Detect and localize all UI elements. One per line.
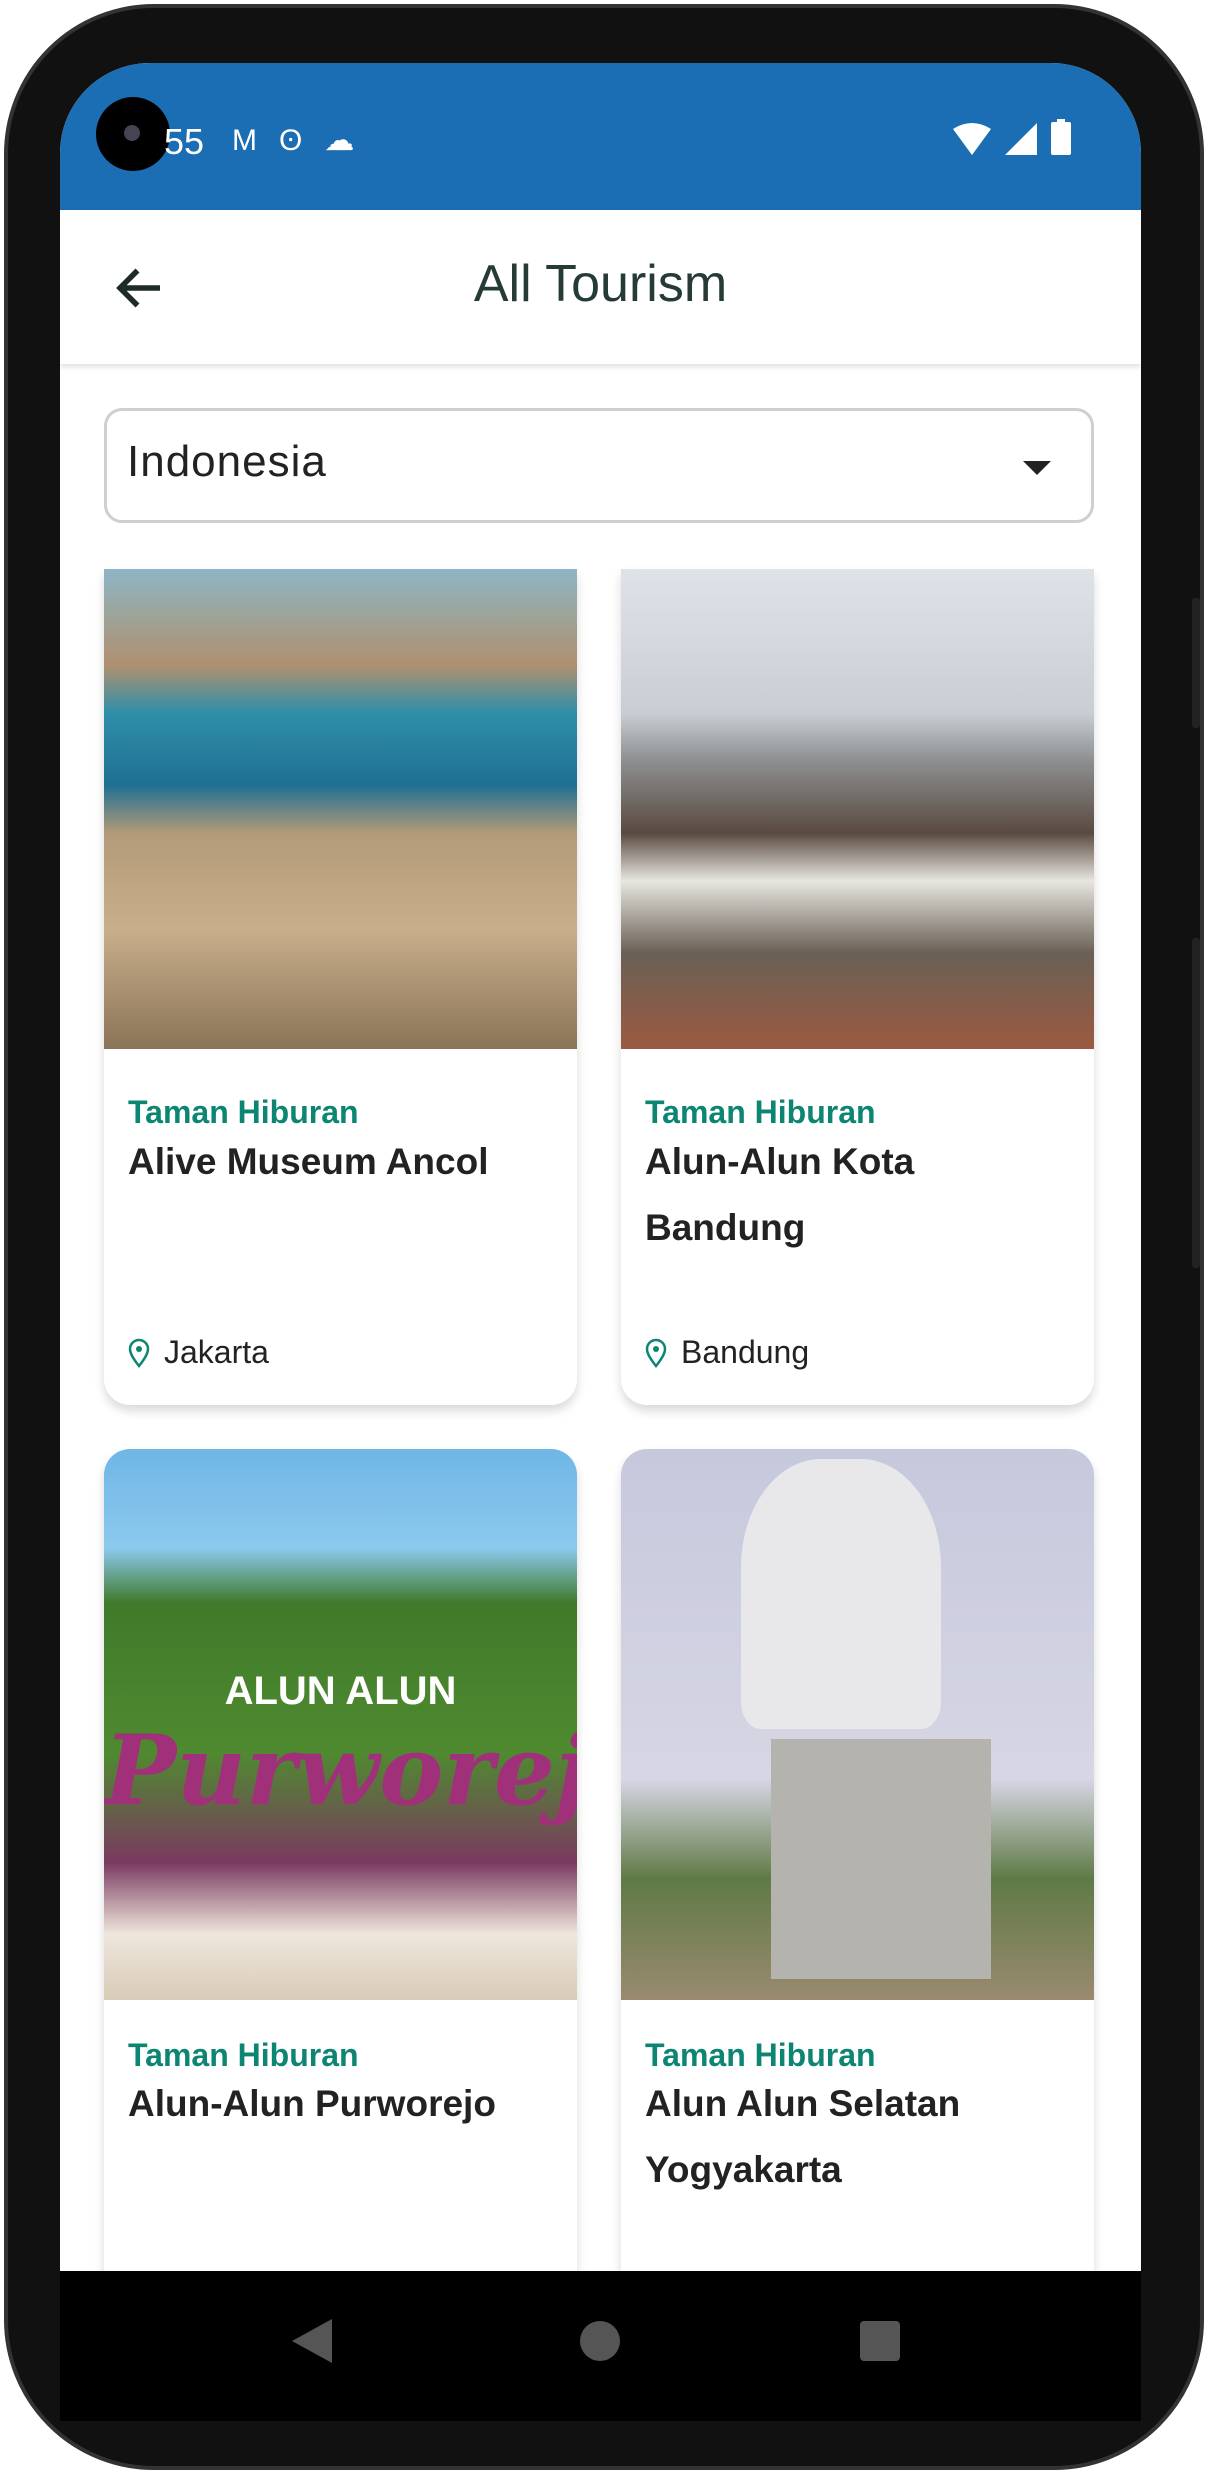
tourism-card[interactable]: ALUN ALUN Purworejo Taman Hiburan Alun-A… xyxy=(104,1449,577,2271)
location-label: Jakarta xyxy=(164,1334,269,1370)
signal-icon xyxy=(1005,123,1037,155)
card-title: Alun Alun Selatan Yogyakarta xyxy=(645,2083,961,2190)
card-image xyxy=(621,569,1094,1049)
card-category: Taman Hiburan xyxy=(128,1094,359,1130)
app-bar: All Tourism xyxy=(60,210,1141,364)
card-title: Alun-Alun Kota Bandung xyxy=(645,1141,915,1248)
notification-icons: Mʘ☁ xyxy=(232,123,376,158)
sign-script: Purworejo xyxy=(104,1714,577,1827)
camera-cutout xyxy=(96,97,170,171)
card-category: Taman Hiburan xyxy=(128,2037,359,2073)
monument-pedestal xyxy=(771,1739,991,1979)
location-label: Bandung xyxy=(681,1334,810,1370)
card-title: Alun-Alun Purworejo xyxy=(128,2083,496,2124)
dropdown-value: Indonesia xyxy=(127,437,327,486)
battery-icon xyxy=(1051,119,1071,155)
navigation-bar xyxy=(60,2271,1141,2421)
country-dropdown[interactable]: Indonesia xyxy=(104,408,1094,523)
card-image xyxy=(104,569,577,1049)
cloud-icon: ☁ xyxy=(324,124,377,157)
tourism-card[interactable]: Taman Hiburan Alun-Alun Kota Bandung Ban… xyxy=(621,569,1094,1405)
location-pin-icon xyxy=(128,1338,150,1368)
wifi-icon xyxy=(953,123,991,155)
card-location: Bandung xyxy=(645,1334,809,1371)
page-title: All Tourism xyxy=(473,255,728,313)
statue xyxy=(741,1459,941,1729)
gmail-icon: M xyxy=(232,124,279,157)
status-bar: 55 Mʘ☁ xyxy=(60,63,1141,210)
tourism-card[interactable]: Taman Hiburan Alive Museum Ancol Jakarta xyxy=(104,569,577,1405)
card-title: Alive Museum Ancol xyxy=(128,1141,489,1182)
card-category: Taman Hiburan xyxy=(645,2037,876,2073)
card-image xyxy=(621,1449,1094,2000)
chevron-down-icon xyxy=(1023,461,1051,475)
screen: 55 Mʘ☁ All Tourism Indonesia Taman Hibur… xyxy=(60,63,1141,2271)
sign-text: ALUN ALUN xyxy=(224,1669,457,1713)
home-nav-icon[interactable] xyxy=(580,2321,620,2361)
card-image: ALUN ALUN Purworejo xyxy=(104,1449,577,2000)
volume-button xyxy=(1192,598,1200,728)
app-icon: ʘ xyxy=(279,124,325,157)
recents-nav-icon[interactable] xyxy=(860,2321,900,2361)
card-location: Jakarta xyxy=(128,1334,269,1371)
back-nav-icon[interactable] xyxy=(292,2319,332,2363)
power-button xyxy=(1192,938,1200,1268)
tourism-card[interactable]: Taman Hiburan Alun Alun Selatan Yogyakar… xyxy=(621,1449,1094,2271)
location-pin-icon xyxy=(645,1338,667,1368)
card-category: Taman Hiburan xyxy=(645,1094,876,1130)
status-time: 55 xyxy=(164,121,205,162)
